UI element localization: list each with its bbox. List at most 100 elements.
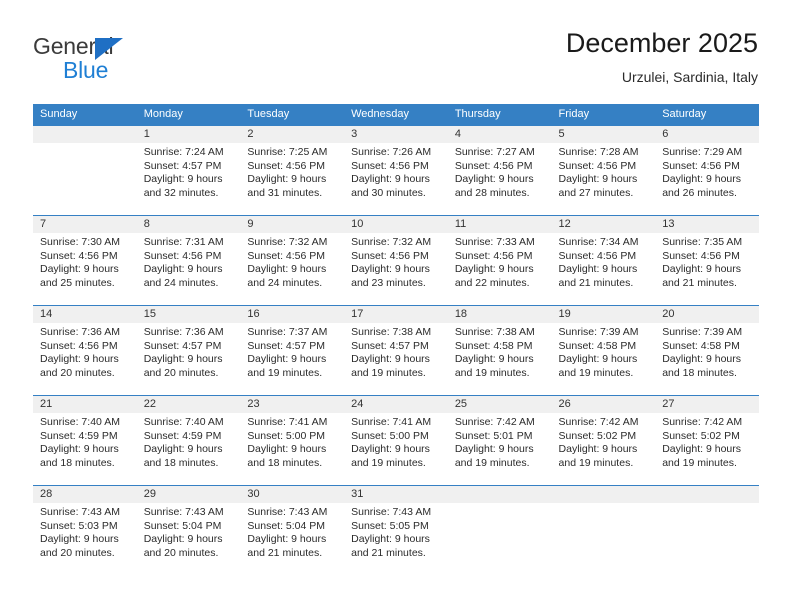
day-info: Sunrise: 7:35 AM Sunset: 4:56 PM Daylight:… xyxy=(655,233,759,290)
daylight-text: Daylight: 9 hours and 19 minutes. xyxy=(351,353,430,379)
day-number: 1 xyxy=(136,126,241,143)
sunset-text: Sunset: 5:03 PM xyxy=(40,519,118,532)
day-cell[interactable]: 24 Sunrise: 7:41 AM Sunset: 5:00 PM Dayligh… xyxy=(344,395,448,486)
day-cell[interactable]: 1 Sunrise: 7:24 AM Sunset: 4:57 PM Daylight… xyxy=(136,125,241,216)
day-cell[interactable]: 18 Sunrise: 7:38 AM Sunset: 4:58 PM Dayligh… xyxy=(447,305,552,396)
day-number: 29 xyxy=(136,486,241,503)
day-cell[interactable]: 23 Sunrise: 7:41 AM Sunset: 5:00 PM Dayligh… xyxy=(240,395,345,486)
day-number: 5 xyxy=(551,126,656,143)
daylight-text: Daylight: 9 hours and 18 minutes. xyxy=(247,443,327,469)
sunrise-text: Sunrise: 7:39 AM xyxy=(558,326,639,338)
daylight-text: Daylight: 9 hours and 19 minutes. xyxy=(662,443,742,469)
day-cell[interactable]: 25 Sunrise: 7:42 AM Sunset: 5:01 PM Dayligh… xyxy=(447,395,552,486)
sunset-text: Sunset: 4:58 PM xyxy=(558,339,637,352)
day-cell[interactable]: 19 Sunrise: 7:39 AM Sunset: 4:58 PM Dayligh… xyxy=(551,305,656,396)
day-cell[interactable]: 21 Sunrise: 7:40 AM Sunset: 4:59 PM Dayligh… xyxy=(33,395,137,486)
day-cell[interactable]: 4 Sunrise: 7:27 AM Sunset: 4:56 PM Daylight… xyxy=(447,125,552,216)
day-info: Sunrise: 7:37 AM Sunset: 4:57 PM Daylight:… xyxy=(240,323,344,380)
day-number: 25 xyxy=(447,396,552,413)
day-cell[interactable]: 5 Sunrise: 7:28 AM Sunset: 4:56 PM Daylight… xyxy=(551,125,656,216)
day-number: 20 xyxy=(655,306,759,323)
day-info: Sunrise: 7:43 AM Sunset: 5:04 PM Daylight:… xyxy=(137,503,241,560)
day-number: 12 xyxy=(551,216,656,233)
sunset-text: Sunset: 4:57 PM xyxy=(247,339,326,352)
day-cell[interactable]: 8 Sunrise: 7:31 AM Sunset: 4:56 PM Daylight… xyxy=(136,215,241,306)
title-block: December 2025 Urzulei, Sardinia, Italy xyxy=(566,27,758,86)
day-cell[interactable]: 2 Sunrise: 7:25 AM Sunset: 4:56 PM Daylight… xyxy=(240,125,345,216)
calendar-week-row: 21 Sunrise: 7:40 AM Sunset: 4:59 PM Dayligh… xyxy=(33,395,759,486)
sunrise-text: Sunrise: 7:29 AM xyxy=(662,146,743,158)
daylight-text: Daylight: 9 hours and 28 minutes. xyxy=(454,173,534,199)
sunset-text: Sunset: 5:00 PM xyxy=(351,429,429,442)
day-info: Sunrise: 7:40 AM Sunset: 4:59 PM Daylight:… xyxy=(33,413,137,470)
day-cell[interactable]: 31 Sunrise: 7:43 AM Sunset: 5:05 PM Dayligh… xyxy=(344,485,448,575)
sunset-text: Sunset: 5:01 PM xyxy=(454,429,533,442)
sunrise-text: Sunrise: 7:40 AM xyxy=(40,416,120,428)
day-cell[interactable]: 27 Sunrise: 7:42 AM Sunset: 5:02 PM Dayligh… xyxy=(655,395,759,486)
sunset-text: Sunset: 4:56 PM xyxy=(247,159,326,172)
sunrise-text: Sunrise: 7:31 AM xyxy=(143,236,224,248)
day-cell-inner: 4 Sunrise: 7:27 AM Sunset: 4:56 PM Daylight… xyxy=(447,126,552,215)
day-cell[interactable]: 28 Sunrise: 7:43 AM Sunset: 5:03 PM Dayligh… xyxy=(33,485,137,575)
day-cell-inner: 16 Sunrise: 7:37 AM Sunset: 4:57 PM Dayligh… xyxy=(240,306,345,395)
day-cell[interactable]: 14 Sunrise: 7:36 AM Sunset: 4:56 PM Dayligh… xyxy=(33,305,137,396)
daylight-text: Daylight: 9 hours and 21 minutes. xyxy=(351,533,430,559)
sunset-text: Sunset: 5:00 PM xyxy=(247,429,326,442)
general-blue-logo[interactable]: General Blue xyxy=(33,33,233,85)
daylight-text: Daylight: 9 hours and 19 minutes. xyxy=(351,443,430,469)
day-info: Sunrise: 7:42 AM Sunset: 5:01 PM Daylight:… xyxy=(448,413,552,470)
day-cell[interactable]: 15 Sunrise: 7:36 AM Sunset: 4:57 PM Dayligh… xyxy=(136,305,241,396)
day-cell-empty xyxy=(551,485,656,575)
day-number: 27 xyxy=(655,396,759,413)
day-cell[interactable]: 7 Sunrise: 7:30 AM Sunset: 4:56 PM Daylight… xyxy=(33,215,137,306)
day-cell[interactable]: 13 Sunrise: 7:35 AM Sunset: 4:56 PM Dayligh… xyxy=(655,215,759,306)
weekday-header-monday: Monday xyxy=(136,104,241,126)
day-cell[interactable]: 29 Sunrise: 7:43 AM Sunset: 5:04 PM Dayligh… xyxy=(136,485,241,575)
day-info: Sunrise: 7:43 AM Sunset: 5:04 PM Daylight:… xyxy=(240,503,344,560)
page-subtitle: Urzulei, Sardinia, Italy xyxy=(621,69,758,85)
day-info: Sunrise: 7:36 AM Sunset: 4:57 PM Daylight:… xyxy=(137,323,241,380)
sunrise-text: Sunrise: 7:26 AM xyxy=(351,146,432,158)
sunset-text: Sunset: 4:56 PM xyxy=(143,249,222,262)
weekday-header-wednesday: Wednesday xyxy=(344,104,448,126)
day-cell[interactable]: 30 Sunrise: 7:43 AM Sunset: 5:04 PM Dayligh… xyxy=(240,485,345,575)
daylight-text: Daylight: 9 hours and 32 minutes. xyxy=(143,173,223,199)
day-number: 30 xyxy=(240,486,345,503)
daylight-text: Daylight: 9 hours and 30 minutes. xyxy=(351,173,430,199)
sunrise-text: Sunrise: 7:41 AM xyxy=(247,416,328,428)
day-cell[interactable]: 12 Sunrise: 7:34 AM Sunset: 4:56 PM Dayligh… xyxy=(551,215,656,306)
day-cell[interactable]: 6 Sunrise: 7:29 AM Sunset: 4:56 PM Daylight… xyxy=(655,125,759,216)
day-cell[interactable]: 9 Sunrise: 7:32 AM Sunset: 4:56 PM Daylight… xyxy=(240,215,345,306)
day-info: Sunrise: 7:34 AM Sunset: 4:56 PM Daylight:… xyxy=(552,233,656,290)
sunrise-text: Sunrise: 7:38 AM xyxy=(454,326,535,338)
day-cell[interactable]: 20 Sunrise: 7:39 AM Sunset: 4:58 PM Dayligh… xyxy=(655,305,759,396)
day-cell[interactable]: 26 Sunrise: 7:42 AM Sunset: 5:02 PM Dayligh… xyxy=(551,395,656,486)
day-cell-empty xyxy=(655,485,759,575)
day-cell[interactable]: 11 Sunrise: 7:33 AM Sunset: 4:56 PM Dayligh… xyxy=(447,215,552,306)
sunrise-text: Sunrise: 7:39 AM xyxy=(662,326,743,338)
weekday-header-thursday: Thursday xyxy=(447,104,552,126)
day-cell[interactable]: 22 Sunrise: 7:40 AM Sunset: 4:59 PM Dayligh… xyxy=(136,395,241,486)
day-info: Sunrise: 7:29 AM Sunset: 4:56 PM Daylight:… xyxy=(655,143,759,200)
sunset-text: Sunset: 4:56 PM xyxy=(662,159,740,172)
weekday-header-saturday: Saturday xyxy=(655,104,759,126)
day-number: 21 xyxy=(33,396,137,413)
day-cell-inner: 7 Sunrise: 7:30 AM Sunset: 4:56 PM Daylight… xyxy=(33,216,137,305)
day-cell-inner xyxy=(655,486,759,575)
day-number: 7 xyxy=(33,216,137,233)
sunset-text: Sunset: 4:56 PM xyxy=(558,249,637,262)
day-cell[interactable]: 17 Sunrise: 7:38 AM Sunset: 4:57 PM Dayligh… xyxy=(344,305,448,396)
day-cell[interactable]: 3 Sunrise: 7:26 AM Sunset: 4:56 PM Daylight… xyxy=(344,125,448,216)
sunrise-text: Sunrise: 7:43 AM xyxy=(351,506,432,518)
sunset-text: Sunset: 4:58 PM xyxy=(662,339,740,352)
day-cell-inner: 13 Sunrise: 7:35 AM Sunset: 4:56 PM Dayligh… xyxy=(655,216,759,305)
day-cell[interactable]: 16 Sunrise: 7:37 AM Sunset: 4:57 PM Dayligh… xyxy=(240,305,345,396)
day-number: 31 xyxy=(344,486,448,503)
day-info: Sunrise: 7:39 AM Sunset: 4:58 PM Daylight:… xyxy=(655,323,759,380)
sunrise-text: Sunrise: 7:34 AM xyxy=(558,236,639,248)
sunrise-text: Sunrise: 7:43 AM xyxy=(247,506,328,518)
day-number: 10 xyxy=(344,216,448,233)
day-cell-inner: 15 Sunrise: 7:36 AM Sunset: 4:57 PM Dayligh… xyxy=(136,306,241,395)
day-cell[interactable]: 10 Sunrise: 7:32 AM Sunset: 4:56 PM Dayligh… xyxy=(344,215,448,306)
day-cell-inner: 19 Sunrise: 7:39 AM Sunset: 4:58 PM Dayligh… xyxy=(551,306,656,395)
